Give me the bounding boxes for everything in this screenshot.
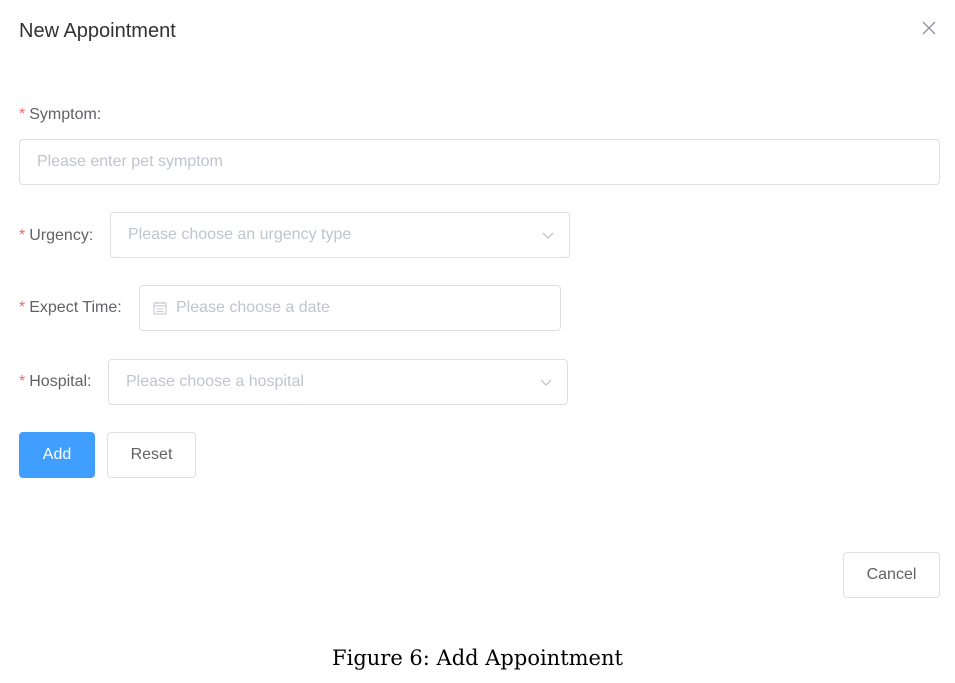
dialog-title: New Appointment <box>19 20 176 42</box>
calendar-icon <box>153 301 167 315</box>
figure-caption: Figure 6: Add Appointment <box>332 646 623 670</box>
symptom-label: * Symptom: <box>19 105 101 125</box>
reset-button[interactable]: Reset <box>107 432 196 478</box>
expect-time-placeholder: Please choose a date <box>176 299 330 316</box>
urgency-placeholder: Please choose an urgency type <box>128 226 352 243</box>
required-mark: * <box>19 299 26 316</box>
hospital-placeholder: Please choose a hospital <box>126 373 304 390</box>
expect-time-label-text: Expect Time: <box>29 299 122 316</box>
expect-time-date-picker[interactable]: Please choose a date <box>139 285 561 331</box>
required-mark: * <box>19 106 26 123</box>
new-appointment-dialog: New Appointment * Symptom: Please enter p… <box>0 0 955 625</box>
cancel-button[interactable]: Cancel <box>843 552 940 598</box>
required-mark: * <box>19 227 26 244</box>
hospital-label-text: Hospital: <box>29 373 92 390</box>
urgency-label-text: Urgency: <box>29 227 94 244</box>
chevron-down-icon <box>540 379 552 386</box>
symptom-label-text: Symptom: <box>29 106 102 123</box>
urgency-label: * Urgency: <box>19 226 93 246</box>
hospital-label: * Hospital: <box>19 372 91 392</box>
expect-time-label: * Expect Time: <box>19 298 122 318</box>
add-button[interactable]: Add <box>19 432 95 478</box>
close-icon[interactable] <box>920 19 938 37</box>
chevron-down-icon <box>542 232 554 239</box>
urgency-select[interactable]: Please choose an urgency type <box>110 212 570 258</box>
required-mark: * <box>19 373 26 390</box>
hospital-select[interactable]: Please choose a hospital <box>108 359 568 405</box>
symptom-input[interactable]: Please enter pet symptom <box>19 139 940 185</box>
symptom-placeholder: Please enter pet symptom <box>37 153 223 170</box>
